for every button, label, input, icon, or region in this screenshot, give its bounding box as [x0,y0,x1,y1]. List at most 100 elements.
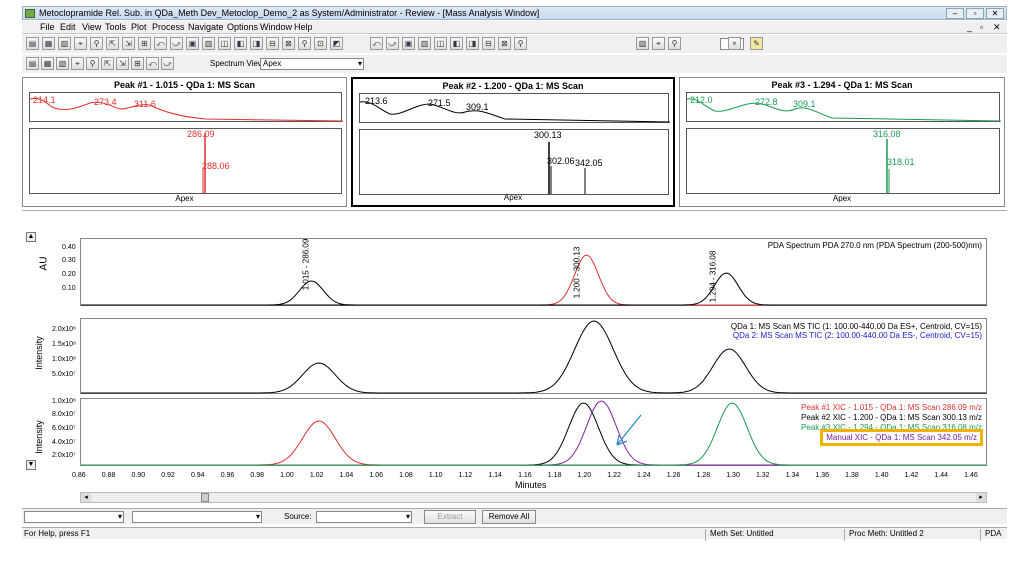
x-tick-label: 1.30 [726,472,740,479]
toolbar1-icon-9[interactable]: ⤺ [154,37,167,50]
toolbar2-icon-8[interactable]: ⊞ [131,57,144,70]
toolbar1b-icon-9[interactable]: ⊠ [498,37,511,50]
mdi-close-button[interactable]: ✕ [993,22,1001,33]
toolbar1-icon-8[interactable]: ⊞ [138,37,151,50]
menu-options[interactable]: Options [227,22,258,32]
toolbar1-icon-14[interactable]: ◧ [234,37,247,50]
scroll-down-button[interactable]: ▼ [26,460,36,470]
pda-peak-2-trace [81,254,987,306]
toolbar2-icon-7[interactable]: ⇲ [116,57,129,70]
x-tick-label: 1.36 [815,472,830,479]
extract-button[interactable]: Extract [424,510,476,524]
toolbar1-icon-16[interactable]: ⊟ [266,37,279,50]
toolbar1b-icon-8[interactable]: ⊟ [482,37,495,50]
peak-3-uv-label-1: 212.0 [690,95,713,105]
toolbar2-icon-1[interactable]: ▤ [26,57,39,70]
toolbar1-icon-7[interactable]: ⇲ [122,37,135,50]
trace-select-1[interactable]: ▾ [24,511,124,523]
pda-ylabel: AU [38,256,50,271]
toolbar1-icon-19[interactable]: ⊡ [314,37,327,50]
toolbar1-icon-13[interactable]: ◫ [218,37,231,50]
peak-3-ms-spectrum: 316.08 318.01 [686,128,1000,194]
xic-legend-manual[interactable]: Manual XIC - QDa 1: MS Scan 342.05 m/z [820,429,983,446]
menu-help[interactable]: Help [294,22,313,32]
toolbar1-icon-4[interactable]: ⌖ [74,37,87,50]
toolbar1-icon-17[interactable]: ⊠ [282,37,295,50]
x-tick-label: 0.92 [161,472,175,479]
mdi-minimize-button[interactable]: _ [967,22,972,32]
peak-2-panel[interactable]: Peak #2 - 1.200 - QDa 1: MS Scan 213.6 2… [351,77,675,207]
toolbar1-icon-5[interactable]: ⚲ [90,37,103,50]
trace-select-2[interactable]: ▾ [132,511,262,523]
scroll-left-icon[interactable]: ◂ [81,493,91,502]
menu-window[interactable]: Window [260,22,292,32]
menu-navigate[interactable]: Navigate [188,22,224,32]
toolbar1-icon-12[interactable]: ▥ [202,37,215,50]
peak-3-panel[interactable]: Peak #3 - 1.294 - QDa 1: MS Scan 212.0 2… [679,77,1005,207]
scroll-thumb[interactable] [201,493,209,502]
spectrum-view-select[interactable]: Apex ▾ [260,58,364,70]
menu-edit[interactable]: Edit [60,22,76,32]
toolbar1b-icon-10[interactable]: ⚲ [514,37,527,50]
toolbar1b-icon-1[interactable]: ⤺ [370,37,383,50]
maximize-button[interactable]: ▫ [966,8,984,19]
toolbar1c-icon-3[interactable]: ⚲ [668,37,681,50]
toolbar1-icon-10[interactable]: ⤻ [170,37,183,50]
xic-plot: Peak #1 XIC - 1.015 - QDa 1: MS Scan 286… [80,398,987,466]
status-mode: PDA [985,529,1002,538]
toolbar1-icon-18[interactable]: ⚲ [298,37,311,50]
toolbar1-icon-2[interactable]: ▦ [42,37,55,50]
toolbar1-icon-15[interactable]: ◨ [250,37,263,50]
peak-1-panel[interactable]: Peak #1 - 1.015 - QDa 1: MS Scan 214.1 2… [22,77,347,207]
toolbar1b-icon-7[interactable]: ◨ [466,37,479,50]
scroll-up-button[interactable]: ▲ [26,232,36,242]
pencil-icon[interactable]: ✎ [750,37,763,50]
close-button[interactable]: ✕ [986,8,1004,19]
toolbar1b-icon-4[interactable]: ▥ [418,37,431,50]
horizontal-scrollbar[interactable]: ◂ ▸ [80,492,987,503]
pda-peak-label-3: 1.294 - 316.08 [708,250,718,303]
chevron-down-icon: ▾ [405,512,410,521]
x-tick-label: 0.86 [72,472,86,479]
toolbar1c-icon-1[interactable]: ▧ [636,37,649,50]
xic-tick-2: 8.0x10⁷ [52,411,76,418]
toolbar2-icon-3[interactable]: ▧ [56,57,69,70]
toolbar1-icon-11[interactable]: ▣ [186,37,199,50]
toolbar1b-icon-2[interactable]: ⤻ [386,37,399,50]
source-label: Source: [284,512,312,521]
menu-view[interactable]: View [82,22,101,32]
menu-process[interactable]: Process [152,22,185,32]
menu-plot[interactable]: Plot [131,22,147,32]
toolbar1c-icon-2[interactable]: ⌖ [652,37,665,50]
pda-peak-1-trace [81,280,987,306]
toolbar2-icon-9[interactable]: ⤺ [146,57,159,70]
peak-2-ms-label-1: 300.13 [534,130,562,140]
toolbar2-icon-6[interactable]: ⇱ [101,57,114,70]
peak-3-footer: Apex [832,194,852,203]
peak-3-title: Peak #3 - 1.294 - QDa 1: MS Scan [771,80,913,90]
toolbar1-icon-3[interactable]: ▧ [58,37,71,50]
toolbar1b-icon-6[interactable]: ◧ [450,37,463,50]
toolbar1b-icon-5[interactable]: ◫ [434,37,447,50]
toolbar1b-icon-3[interactable]: ▣ [402,37,415,50]
status-meth-set: Meth Set: Untitled [710,529,774,538]
toolbar1-icon-20[interactable]: ◩ [330,37,343,50]
menu-tools[interactable]: Tools [105,22,126,32]
remove-all-button[interactable]: Remove All [482,510,536,524]
mdi-restore-button[interactable]: ▫ [980,22,983,32]
toolbar2-icon-2[interactable]: ▦ [41,57,54,70]
toolbar1-icon-1[interactable]: ▤ [26,37,39,50]
pda-plot: PDA Spectrum PDA 270.0 nm (PDA Spectrum … [80,238,987,306]
menu-file[interactable]: File [40,22,55,32]
toolbar1-icon-6[interactable]: ⇱ [106,37,119,50]
toolbar-main: ▤ ▦ ▧ ⌖ ⚲ ⇱ ⇲ ⊞ ⤺ ⤻ ▣ ▥ ◫ ◧ ◨ ⊟ ⊠ ⚲ ⊡ ◩ ⤺ ⤻ ▣ ▥ ◫ ◧ ◨ ⊟ ⊠ ⚲ ▧ ⌖ ⚲ ▾ ✎ [22,35,1007,53]
source-select[interactable]: ▾ [316,511,412,523]
scroll-right-icon[interactable]: ▸ [976,493,986,502]
x-tick-label: 0.88 [101,472,116,479]
x-tick-label: 1.46 [964,472,978,479]
toolbar2-icon-10[interactable]: ⤻ [161,57,174,70]
minimize-button[interactable]: – [946,8,964,19]
toolbar2-icon-4[interactable]: ⌖ [71,57,84,70]
toolbar2-icon-5[interactable]: ⚲ [86,57,99,70]
status-help: For Help, press F1 [24,529,91,538]
